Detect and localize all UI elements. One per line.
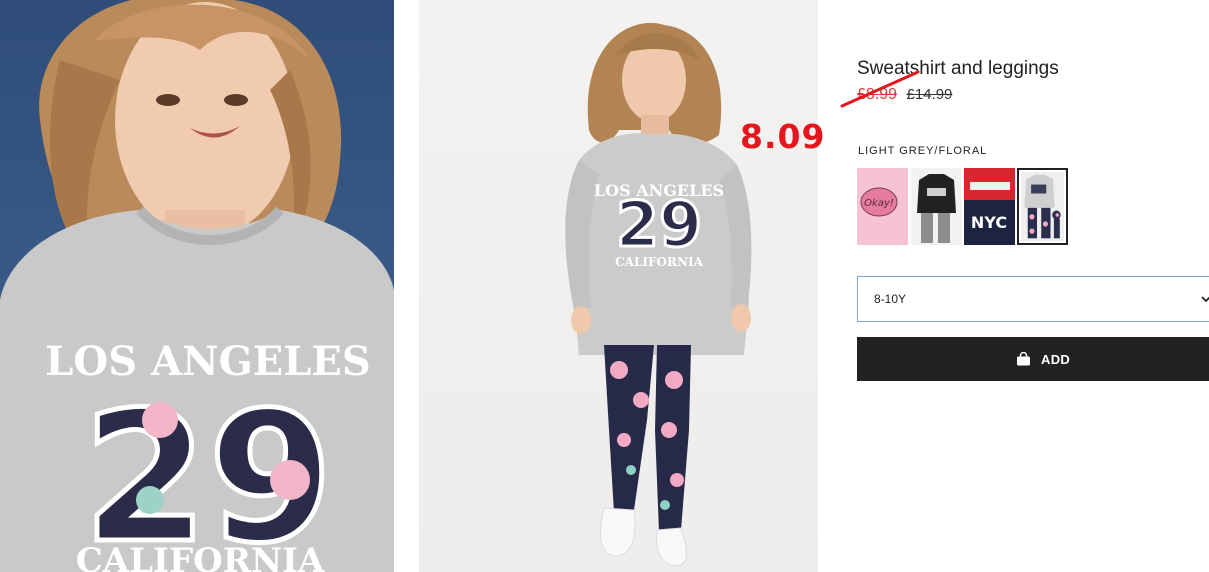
fullbody-print-bottom: CALIFORNIA [615,255,703,269]
shopping-bag-icon [1017,352,1030,366]
swatch-red-nyc[interactable]: NYC [964,168,1015,245]
closeup-print-bottom: CALIFORNIA [76,541,325,572]
price-row: £8.99 £14.99 [857,86,952,104]
swatch-black-tee[interactable] [911,168,962,245]
swatch-pink-okay[interactable]: Okay! [857,168,908,245]
swatch-okay-text: Okay! [864,198,894,209]
original-price: £14.99 [906,86,953,103]
product-image-fullbody[interactable]: LOS ANGELES 29 CALIFORNIA [419,0,818,572]
handwritten-price-annotation: 8.09 [740,117,826,156]
product-image-closeup[interactable]: LOS ANGELES 29 CALIFORNIA [0,0,394,572]
size-select-value: 8-10Y [874,292,907,306]
sale-price: £8.99 [857,86,898,103]
fullbody-print-number: 29 [616,188,702,261]
add-to-bag-button[interactable]: ADD [857,337,1209,381]
product-title: Sweatshirt and leggings [857,58,1059,79]
color-name-label: LIGHT GREY/FLORAL [858,145,988,157]
swatch-nyc-text: NYC [971,213,1007,232]
add-button-label: ADD [1041,352,1071,367]
size-select[interactable]: 8-10Y [857,276,1209,322]
fullbody-illustration: LOS ANGELES 29 CALIFORNIA [565,22,752,566]
chevron-down-icon [1201,296,1209,303]
swatch-grey-floral-selected[interactable] [1017,168,1068,245]
closeup-illustration: LOS ANGELES 29 CALIFORNIA [0,0,394,572]
